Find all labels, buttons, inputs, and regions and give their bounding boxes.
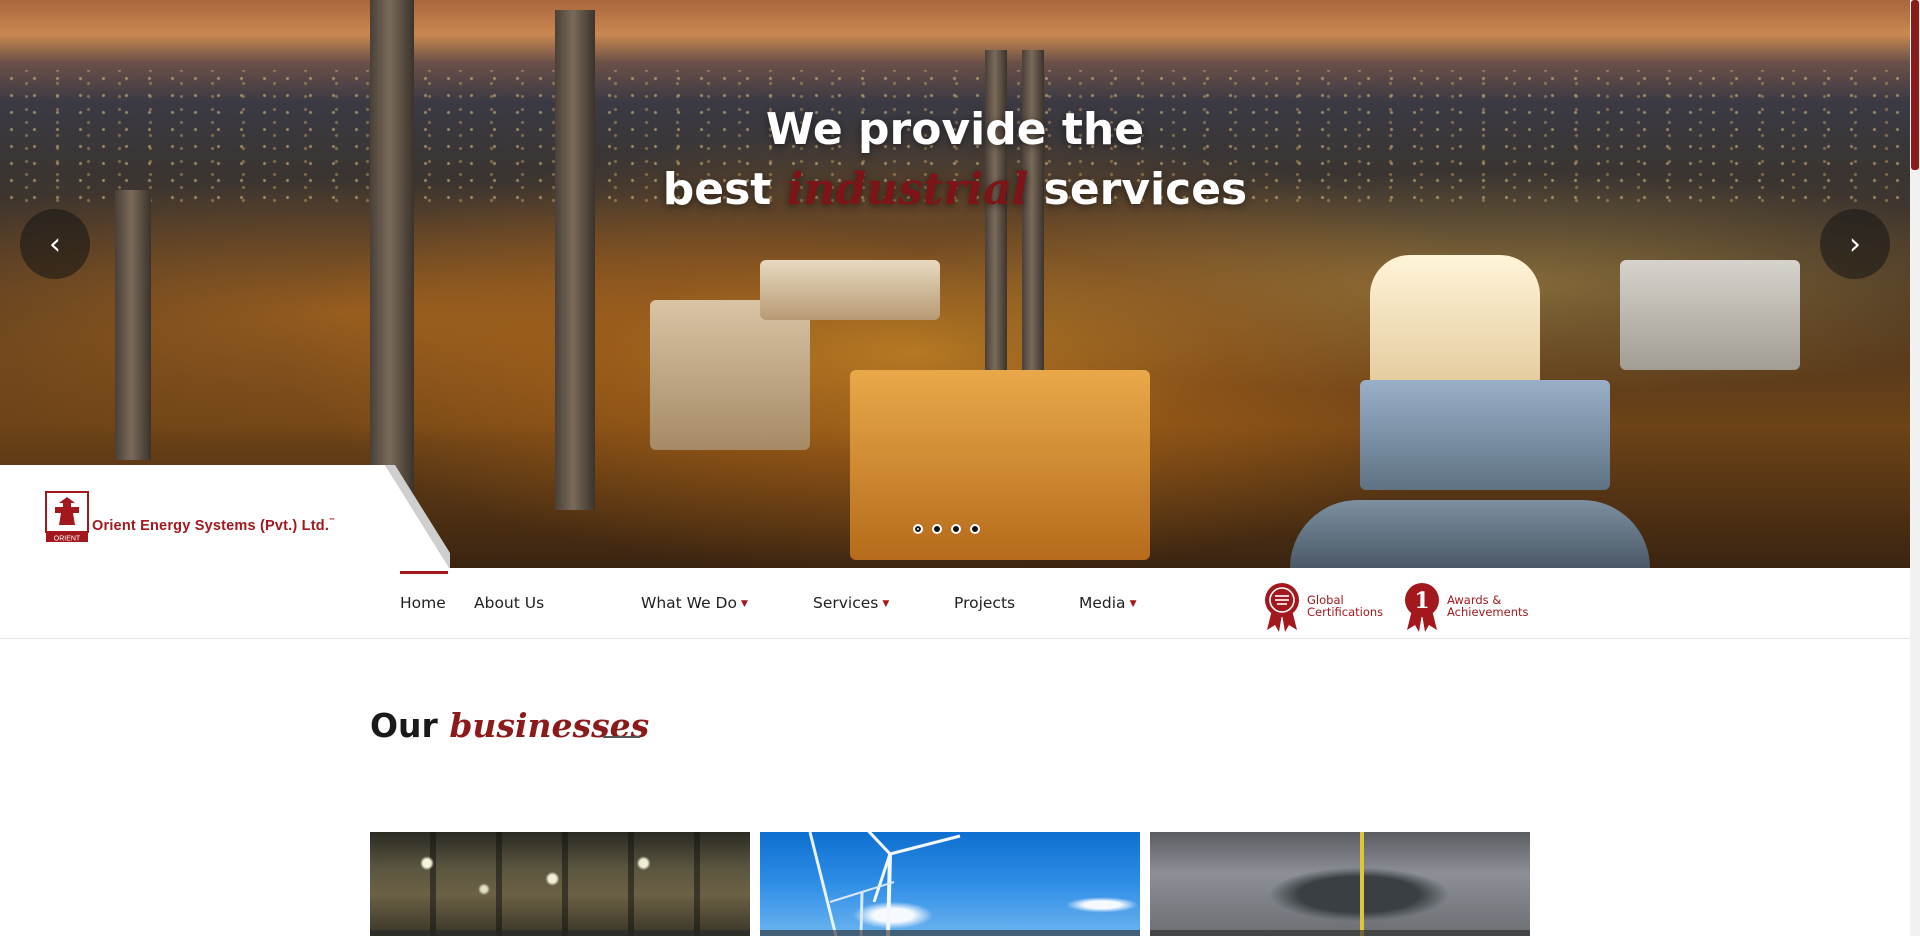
hero-chimney: [370, 0, 414, 520]
business-card-renewable-energy[interactable]: [760, 832, 1140, 936]
slider-dot-2[interactable]: [932, 524, 942, 534]
chevron-right-icon: ›: [1849, 226, 1861, 262]
nav-item-what-we-do[interactable]: What We Do ▼: [641, 594, 748, 612]
nav-item-label: Projects: [954, 594, 1016, 612]
wind-turbine-image: [808, 832, 961, 936]
slider-dot-3[interactable]: [951, 524, 961, 534]
nav-item-services[interactable]: Services ▼: [813, 594, 889, 612]
global-certifications-label: Global Certifications: [1307, 594, 1417, 618]
hero-chimney: [115, 190, 151, 460]
nav-item-projects[interactable]: Projects: [954, 594, 1015, 612]
hero-building: [760, 260, 940, 320]
hero-storage-tank: [1370, 255, 1540, 395]
hero-building: [1620, 260, 1800, 370]
nav-item-media[interactable]: Media ▼: [1079, 594, 1136, 612]
nav-item-label: What We Do: [641, 594, 737, 612]
section-title-underline: [603, 736, 640, 738]
nav-item-home[interactable]: Home: [400, 594, 446, 612]
company-name[interactable]: Orient Energy Systems (Pvt.) Ltd.™: [92, 518, 335, 534]
slider-dot-1[interactable]: [913, 524, 923, 534]
caret-down-icon: ▼: [1129, 598, 1137, 609]
hero-building: [850, 370, 1150, 560]
section-title-our-businesses: Our businesses: [370, 706, 649, 745]
global-certifications-link[interactable]: Global Certifications: [1263, 580, 1417, 632]
hero-building: [1290, 500, 1650, 568]
hero-title-line2: best industrial services: [0, 164, 1910, 215]
hero-building: [650, 300, 810, 450]
company-logo-icon[interactable]: ORIENT: [45, 491, 89, 543]
hero-title-line1: We provide the: [765, 104, 1145, 155]
nav-item-label: Services: [813, 594, 879, 612]
nav-item-label: About Us: [474, 594, 545, 612]
business-card-industrial-equipment[interactable]: [1150, 832, 1530, 936]
slider-prev-button[interactable]: ‹: [20, 209, 90, 279]
award-ribbon-icon: 1: [1405, 583, 1439, 632]
section-title-accent: businesses: [449, 706, 650, 745]
card-overlay-band: [370, 930, 750, 936]
hero-chimney: [555, 10, 595, 510]
awards-achievements-label: Awards & Achievements: [1447, 594, 1557, 618]
nav-active-indicator: [400, 571, 448, 574]
hero-title-accent: industrial: [786, 164, 1029, 215]
slider-dot-4[interactable]: [970, 524, 980, 534]
slider-next-button[interactable]: ›: [1820, 209, 1890, 279]
certificate-ribbon-icon: [1265, 583, 1299, 632]
section-title-pre: Our: [370, 706, 438, 745]
caret-down-icon: ▼: [882, 598, 890, 609]
nav-item-about-us[interactable]: About Us: [474, 594, 544, 612]
hero-building: [1360, 380, 1610, 490]
scrollbar-thumb[interactable]: [1911, 0, 1919, 170]
page-scrollbar[interactable]: [1910, 0, 1920, 936]
slider-pagination: [913, 524, 980, 534]
company-name-text: Orient Energy Systems (Pvt.) Ltd.: [92, 518, 330, 534]
nav-item-label: Media: [1079, 594, 1126, 612]
logo-mark-text: ORIENT: [54, 536, 81, 543]
hero-title-post: services: [1043, 164, 1248, 215]
card-overlay-band: [1150, 930, 1530, 936]
badge-line2: Achievements: [1447, 605, 1529, 619]
award-number: 1: [1414, 588, 1429, 614]
hero-title-pre: best: [662, 164, 772, 215]
chevron-left-icon: ‹: [49, 226, 61, 262]
card-overlay-band: [760, 930, 1140, 936]
business-card-power-plant[interactable]: [370, 832, 750, 936]
caret-down-icon: ▼: [740, 598, 748, 609]
trademark-symbol: ™: [329, 518, 336, 524]
awards-achievements-link[interactable]: 1 Awards & Achievements: [1403, 580, 1557, 632]
badge-line2: Certifications: [1307, 605, 1384, 619]
nav-item-label: Home: [400, 594, 446, 612]
